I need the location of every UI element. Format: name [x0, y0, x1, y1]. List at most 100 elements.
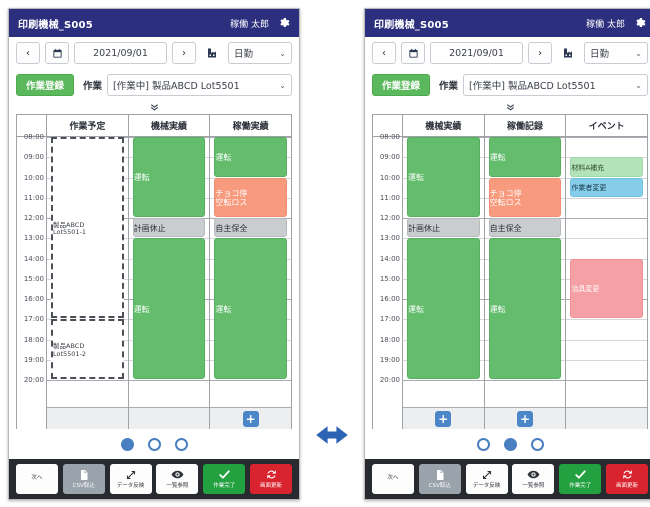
pager-dot-1[interactable]	[503, 437, 517, 451]
bottom-button-label: 作業完了	[213, 483, 236, 490]
bottom-button-1[interactable]: CSV取込	[418, 464, 461, 494]
bottom-button-label: 一覧参照	[166, 483, 189, 490]
shift-select[interactable]: 日勤 ⌄	[228, 42, 292, 64]
pager-dot-1[interactable]	[147, 437, 161, 451]
time-label: 20:00	[379, 376, 400, 384]
panel-swap-arrow[interactable]	[303, 418, 361, 452]
pager-dot-2[interactable]	[174, 437, 188, 451]
time-axis: 08:00 09:00 10:00 11:00 12:00 13:00 14:00 15:00…	[373, 133, 403, 429]
bottom-button-4[interactable]: 作業完了	[203, 464, 246, 494]
bottom-button-5[interactable]: 画面更新	[250, 464, 293, 494]
check-icon	[218, 468, 231, 483]
time-label: 14:00	[379, 254, 400, 263]
time-label: 10:00	[379, 173, 400, 182]
schedule-block[interactable]: 運転	[132, 238, 206, 379]
time-label: 15:00	[379, 274, 400, 283]
time-label: 13:00	[23, 234, 44, 243]
factory-icon[interactable]	[557, 42, 579, 64]
schedule-block[interactable]: 作業者変更	[570, 177, 644, 197]
factory-icon[interactable]	[201, 42, 223, 64]
shift-value: 日勤	[234, 49, 254, 60]
schedule-block[interactable]: 運転	[132, 137, 206, 217]
bottom-button-label: 画面更新	[616, 483, 639, 490]
track-operation: 運転 チョコ停 空転ロス 自主保全 運転 +	[210, 137, 292, 429]
app-title: 印刷機械_S005	[374, 19, 449, 31]
add-entry-button[interactable]: +	[517, 411, 533, 427]
schedule-block[interactable]: 運転	[407, 238, 480, 379]
track-footer	[47, 407, 128, 429]
schedule-block[interactable]: 運転	[214, 238, 288, 379]
date-input[interactable]: 2021/09/01	[430, 42, 523, 64]
register-work-button[interactable]: 作業登録	[372, 74, 431, 96]
calendar-icon[interactable]	[401, 42, 425, 64]
task-select[interactable]: [作業中] 製品ABCD Lot5501 ⌄	[463, 74, 648, 96]
bottom-button-3[interactable]: 一覧参照	[156, 464, 199, 494]
prev-day-button[interactable]: ‹	[372, 42, 396, 64]
schedule-block[interactable]: 計画休止	[132, 218, 206, 238]
expand-toggle[interactable]	[365, 101, 650, 114]
task-select[interactable]: [作業中] 製品ABCD Lot5501 ⌄	[107, 74, 292, 96]
time-label: 09:00	[379, 153, 400, 162]
register-work-button[interactable]: 作業登録	[16, 74, 75, 96]
bottom-button-4[interactable]: 作業完了	[559, 464, 602, 494]
bottom-button-label: 画面更新	[260, 483, 283, 490]
bottom-button-1[interactable]: CSV取込	[62, 464, 105, 494]
schedule-block[interactable]: 自主保全	[214, 218, 288, 238]
schedule-block[interactable]: 運転	[214, 137, 288, 177]
schedule-block[interactable]: 運転	[488, 137, 562, 177]
block-label-line: 自主保全	[215, 224, 248, 234]
time-label: 16:00	[23, 295, 44, 303]
next-day-button[interactable]: ›	[172, 42, 196, 64]
schedule-block[interactable]: 製品ABCD Lot5501-2	[51, 319, 124, 379]
schedule-block[interactable]: 製品ABCD Lot5501-1	[51, 137, 124, 319]
schedule-block[interactable]: 材料A補充	[570, 157, 644, 177]
gear-icon[interactable]	[278, 17, 290, 29]
schedule-block[interactable]: 自主保全	[488, 218, 562, 238]
pager-dot-0[interactable]	[120, 437, 134, 451]
task-value: [作業中] 製品ABCD Lot5501	[113, 81, 240, 92]
time-label: 12:00	[379, 214, 400, 222]
calendar-icon[interactable]	[45, 42, 69, 64]
schedule-block[interactable]: 運転	[407, 137, 480, 217]
shift-value: 日勤	[590, 49, 610, 60]
schedule-grid: 作業予定 機械実績 稼働実績 08:00 09:00 10:00 11:00 12:00…	[16, 114, 292, 429]
chevron-double-down-icon	[150, 104, 158, 111]
block-label-line: 材料A補充	[571, 163, 605, 172]
schedule-block[interactable]: チョコ停 空転ロス	[214, 177, 288, 217]
pager-dot-2[interactable]	[530, 437, 544, 451]
bottom-button-0[interactable]: 次へ	[15, 464, 58, 494]
bottom-button-3[interactable]: 一覧参照	[512, 464, 555, 494]
bottom-button-label: CSV取込	[72, 482, 95, 489]
time-label: 15:00	[23, 274, 44, 283]
bottom-button-2[interactable]: データ反映	[465, 464, 508, 494]
column-header-0: 機械実績	[403, 115, 485, 136]
schedule-block[interactable]: チョコ停 空転ロス	[488, 177, 562, 217]
schedule-block[interactable]: 運転	[488, 238, 562, 379]
time-axis: 08:00 09:00 10:00 11:00 12:00 13:00 14:00 15:00…	[17, 133, 47, 429]
bottom-button-2[interactable]: データ反映	[109, 464, 152, 494]
screenshot-stage: 印刷機械_S005 稼働 太郎 ‹ 2021/09/01 › 日勤 ⌄ 作業登録	[0, 0, 650, 507]
column-header-0: 作業予定	[47, 115, 129, 136]
gear-icon[interactable]	[634, 17, 646, 29]
shift-select[interactable]: 日勤 ⌄	[584, 42, 648, 64]
schedule-block[interactable]: 治具変更	[570, 258, 644, 319]
date-toolbar: ‹ 2021/09/01 › 日勤 ⌄	[9, 37, 299, 69]
date-input[interactable]: 2021/09/01	[74, 42, 167, 64]
add-entry-button[interactable]: +	[435, 411, 452, 427]
time-label: 17:00	[23, 315, 44, 324]
add-entry-button[interactable]: +	[242, 411, 259, 427]
chevron-double-down-icon	[506, 104, 514, 111]
chevron-down-icon: ⌄	[279, 48, 286, 58]
prev-day-button[interactable]: ‹	[16, 42, 40, 64]
schedule-block[interactable]: 計画休止	[407, 218, 480, 238]
expand-toggle[interactable]	[9, 101, 299, 114]
block-label-line: Lot5501-2	[53, 349, 87, 358]
time-label: 18:00	[379, 335, 400, 344]
bottom-toolbar: 次へ CSV取込 データ反映 一覧参照 作業完了 画面更新	[9, 459, 299, 499]
phone-panel-right: 印刷機械_S005 稼働 太郎 ‹ 2021/09/01 › 日勤 ⌄ 作業登録	[364, 8, 650, 500]
next-day-button[interactable]: ›	[528, 42, 552, 64]
bottom-button-0[interactable]: 次へ	[371, 464, 414, 494]
pager-dot-0[interactable]	[476, 437, 490, 451]
time-label: 13:00	[379, 234, 400, 243]
bottom-button-5[interactable]: 画面更新	[606, 464, 649, 494]
